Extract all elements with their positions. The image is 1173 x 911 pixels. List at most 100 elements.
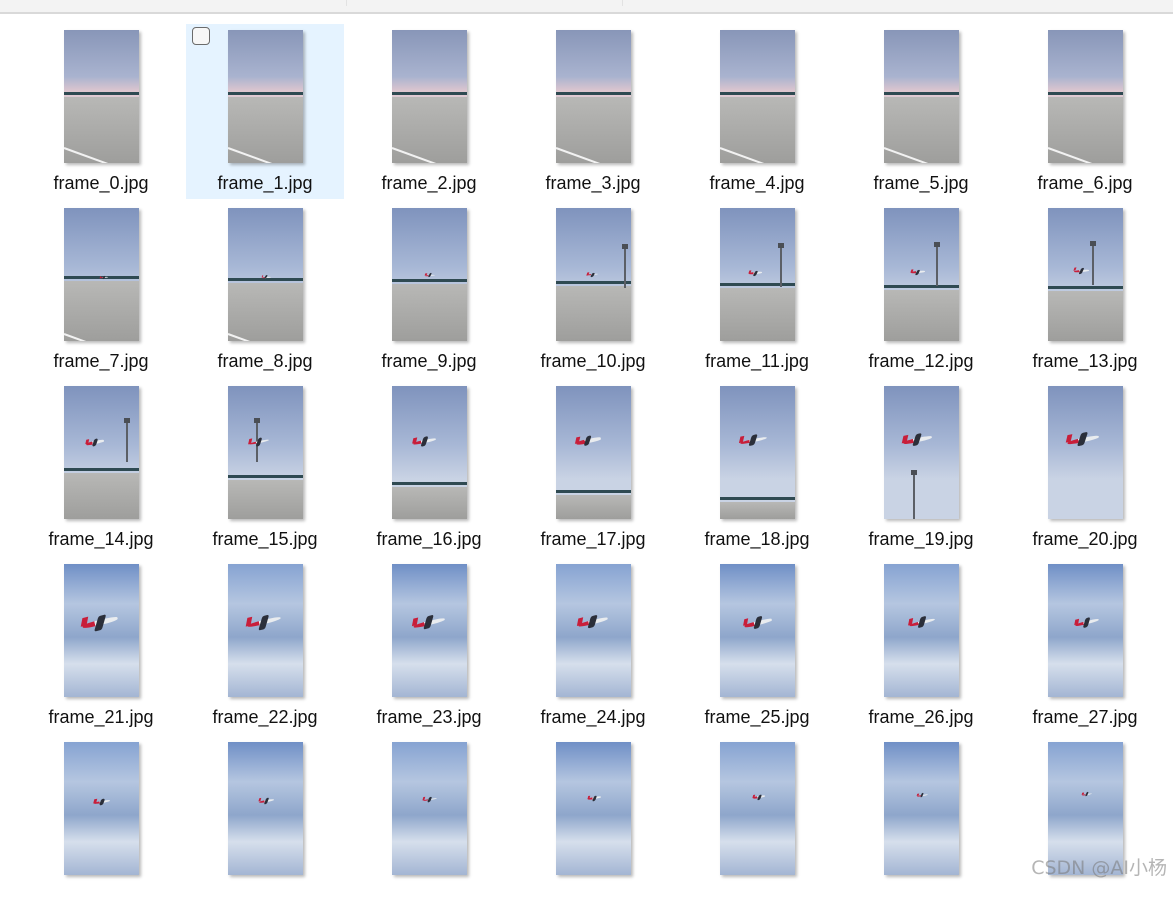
image-thumbnail [556, 742, 631, 875]
file-name-label: frame_23.jpg [350, 706, 508, 728]
file-item[interactable]: frame_4.jpg [678, 24, 836, 199]
image-thumbnail [884, 30, 959, 163]
file-item[interactable] [842, 736, 1000, 911]
file-item[interactable]: frame_1.jpg [186, 24, 344, 199]
image-thumbnail [228, 742, 303, 875]
file-name-label: frame_13.jpg [1006, 350, 1164, 372]
image-thumbnail [720, 386, 795, 519]
file-item[interactable]: frame_9.jpg [350, 202, 508, 377]
image-thumbnail [556, 208, 631, 341]
image-thumbnail [64, 208, 139, 341]
image-thumbnail [884, 564, 959, 697]
image-thumbnail [64, 386, 139, 519]
image-thumbnail [228, 386, 303, 519]
watermark: CSDN @AI小杨 [1031, 853, 1167, 880]
file-name-label: frame_2.jpg [350, 172, 508, 194]
file-name-label: frame_14.jpg [22, 528, 180, 550]
file-name-label: frame_4.jpg [678, 172, 836, 194]
file-name-label: frame_18.jpg [678, 528, 836, 550]
file-name-label: frame_19.jpg [842, 528, 1000, 550]
image-thumbnail [556, 30, 631, 163]
image-thumbnail [720, 30, 795, 163]
image-thumbnail [720, 564, 795, 697]
file-item[interactable]: frame_19.jpg [842, 380, 1000, 555]
file-item[interactable]: frame_7.jpg [22, 202, 180, 377]
select-checkbox[interactable] [192, 27, 210, 45]
file-item[interactable]: frame_14.jpg [22, 380, 180, 555]
file-item[interactable]: frame_22.jpg [186, 558, 344, 733]
file-item[interactable]: frame_24.jpg [514, 558, 672, 733]
file-item[interactable] [1006, 736, 1164, 911]
file-name-label: frame_10.jpg [514, 350, 672, 372]
image-thumbnail [884, 386, 959, 519]
file-name-label: frame_25.jpg [678, 706, 836, 728]
toolbar-divider [622, 0, 623, 6]
file-name-label: frame_9.jpg [350, 350, 508, 372]
image-thumbnail [228, 30, 303, 163]
file-item[interactable]: frame_20.jpg [1006, 380, 1164, 555]
file-item[interactable]: frame_13.jpg [1006, 202, 1164, 377]
image-thumbnail [64, 564, 139, 697]
image-thumbnail [392, 742, 467, 875]
airplane-graphic [911, 268, 925, 275]
file-name-label: frame_8.jpg [186, 350, 344, 372]
file-item[interactable] [514, 736, 672, 911]
image-thumbnail [1048, 208, 1123, 341]
file-item[interactable] [350, 736, 508, 911]
file-item[interactable]: frame_5.jpg [842, 24, 1000, 199]
file-item[interactable]: frame_25.jpg [678, 558, 836, 733]
image-thumbnail [228, 564, 303, 697]
file-name-label: frame_16.jpg [350, 528, 508, 550]
file-item[interactable] [186, 736, 344, 911]
file-item[interactable]: frame_3.jpg [514, 24, 672, 199]
file-item[interactable]: frame_6.jpg [1006, 24, 1164, 199]
file-name-label: frame_22.jpg [186, 706, 344, 728]
file-grid: frame_0.jpg frame_1.jpg frame_2.jpg frame_3… [22, 24, 1164, 911]
file-item[interactable]: frame_18.jpg [678, 380, 836, 555]
airplane-graphic [100, 276, 108, 280]
file-item[interactable]: frame_10.jpg [514, 202, 672, 377]
file-item[interactable]: frame_8.jpg [186, 202, 344, 377]
file-name-label: frame_27.jpg [1006, 706, 1164, 728]
file-name-label: frame_0.jpg [22, 172, 180, 194]
file-name-label: frame_21.jpg [22, 706, 180, 728]
image-thumbnail [64, 30, 139, 163]
file-item[interactable]: frame_17.jpg [514, 380, 672, 555]
file-item[interactable]: frame_21.jpg [22, 558, 180, 733]
file-name-label: frame_26.jpg [842, 706, 1000, 728]
image-thumbnail [64, 742, 139, 875]
file-item[interactable]: frame_27.jpg [1006, 558, 1164, 733]
image-thumbnail [884, 742, 959, 875]
file-name-label: frame_20.jpg [1006, 528, 1164, 550]
image-thumbnail [1048, 30, 1123, 163]
file-item[interactable] [678, 736, 836, 911]
file-name-label: frame_24.jpg [514, 706, 672, 728]
file-name-label: frame_12.jpg [842, 350, 1000, 372]
file-item[interactable]: frame_15.jpg [186, 380, 344, 555]
image-thumbnail [556, 564, 631, 697]
airplane-graphic [262, 274, 271, 279]
image-thumbnail [392, 208, 467, 341]
airplane-graphic [587, 271, 599, 277]
file-name-label: frame_3.jpg [514, 172, 672, 194]
image-thumbnail [884, 208, 959, 341]
image-thumbnail [392, 564, 467, 697]
file-name-label: frame_6.jpg [1006, 172, 1164, 194]
file-item[interactable]: frame_2.jpg [350, 24, 508, 199]
file-name-label: frame_17.jpg [514, 528, 672, 550]
image-thumbnail [392, 30, 467, 163]
file-item[interactable]: frame_12.jpg [842, 202, 1000, 377]
file-item[interactable]: frame_23.jpg [350, 558, 508, 733]
file-item[interactable]: frame_0.jpg [22, 24, 180, 199]
file-item[interactable]: frame_16.jpg [350, 380, 508, 555]
image-thumbnail [720, 208, 795, 341]
image-thumbnail [392, 386, 467, 519]
image-thumbnail [556, 386, 631, 519]
toolbar-strip [0, 0, 1173, 14]
file-item[interactable]: frame_11.jpg [678, 202, 836, 377]
file-item[interactable]: frame_26.jpg [842, 558, 1000, 733]
file-name-label: frame_1.jpg [186, 172, 344, 194]
file-item[interactable] [22, 736, 180, 911]
image-thumbnail [1048, 564, 1123, 697]
image-thumbnail [720, 742, 795, 875]
